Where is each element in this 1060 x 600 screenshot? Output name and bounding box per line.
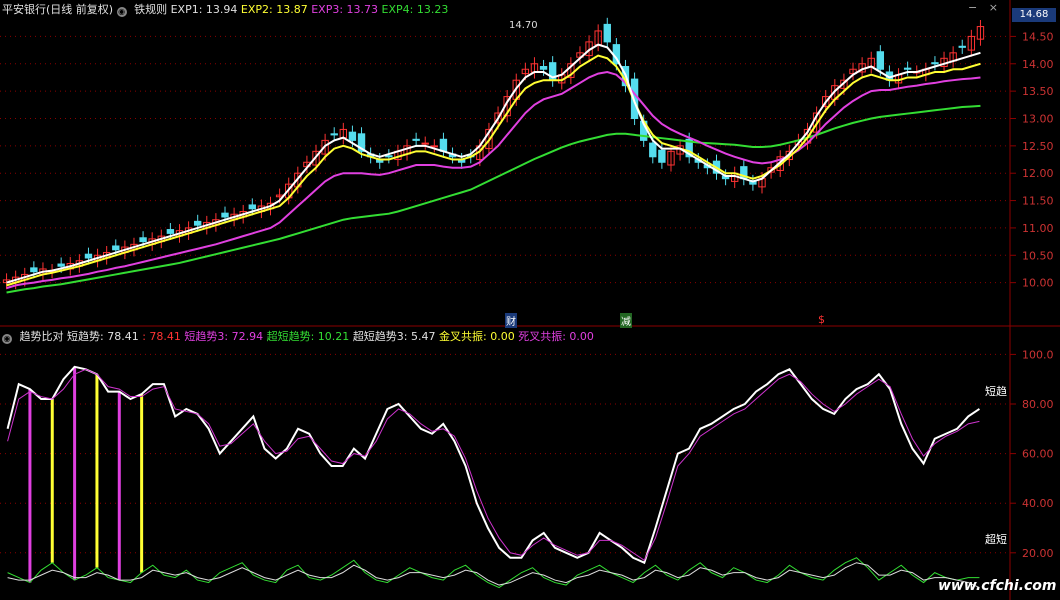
candle-body <box>539 66 548 70</box>
top-title-bar: 平安银行(日线 前复权) ◉ 铁规则 EXP1: 13.94 EXP2: 13.… <box>2 3 448 17</box>
price-tick-label: 14.00 <box>1022 58 1054 71</box>
candle-body <box>57 263 65 267</box>
indicator-name: 铁规则 <box>134 3 168 16</box>
dividend-marker[interactable]: $ <box>818 313 825 326</box>
trend-tick-label: 60.00 <box>1022 448 1054 461</box>
trend-tick-label: 40.00 <box>1022 497 1054 510</box>
reduction-marker[interactable]: 减 <box>620 313 632 328</box>
bottom-title-bar: ◉ 趋势比对 短趋势: 78.41 : 78.41 短趋势3: 72.94 超短… <box>2 330 594 344</box>
candle-body <box>931 62 939 65</box>
super-short-label: 超短趋势: 10.21 <box>266 330 350 343</box>
price-tick-label: 14.50 <box>1022 30 1054 43</box>
price-tick-label: 11.00 <box>1022 222 1054 235</box>
exp4-label: EXP4: 13.23 <box>381 3 449 16</box>
price-tick-label: 10.50 <box>1022 249 1054 262</box>
exp1-label: EXP1: 13.94 <box>170 3 238 16</box>
indicator2-name: 趋势比对 <box>19 330 64 343</box>
trend-series-line <box>6 365 980 565</box>
candle-body <box>958 45 966 48</box>
trend-tick-label: 80.00 <box>1022 398 1054 411</box>
candle-body <box>603 23 611 43</box>
price-tick-label: 13.00 <box>1022 112 1054 125</box>
super-short3-label: 超短趋势3: 5.47 <box>352 330 436 343</box>
candle-body <box>430 145 439 148</box>
exp3-label: EXP3: 13.73 <box>311 3 379 16</box>
current-price-badge: 14.68 <box>1012 8 1056 22</box>
price-tick-label: 12.50 <box>1022 140 1054 153</box>
candle-body <box>903 67 912 70</box>
financial-marker[interactable]: 财 <box>505 313 517 328</box>
candle-body <box>248 204 256 210</box>
candle-body <box>649 142 657 158</box>
candle-body <box>658 149 666 163</box>
settings-icon[interactable]: ◉ <box>116 7 127 17</box>
kline-chart: 14.50 14.00 13.50 13.00 12.50 12.00 11.50 11.00… <box>0 0 1060 600</box>
candle-body <box>84 253 93 259</box>
price-tick-label: 13.50 <box>1022 85 1054 98</box>
trend-series-line <box>7 368 980 561</box>
short-trend-side-label: 短趋 <box>985 385 1007 398</box>
trend-lines <box>6 365 980 589</box>
settings-icon-2[interactable]: ◉ <box>2 334 12 344</box>
candle-body <box>194 220 202 226</box>
candle-body <box>421 142 429 145</box>
short-trend-value: : 78.41 <box>142 330 181 343</box>
candle-body <box>412 138 420 141</box>
candle-body <box>221 212 229 218</box>
super-short-side-label: 超短 <box>985 533 1007 546</box>
candle-body <box>112 245 120 251</box>
price-tick-label: 11.50 <box>1022 195 1054 208</box>
candle-body <box>30 267 38 273</box>
price-axis: 14.50 14.00 13.50 13.00 12.50 12.00 11.50 11.00… <box>1010 30 1054 560</box>
candle-body <box>385 155 393 158</box>
high-price-label: 14.70 <box>509 20 538 31</box>
golden-cross-label: 金叉共振: 0.00 <box>439 330 515 343</box>
trend-series-line <box>7 562 980 588</box>
death-cross-label: 死叉共振: 0.00 <box>518 330 594 343</box>
candle-body <box>139 237 147 243</box>
price-tick-label: 12.00 <box>1022 167 1054 180</box>
trend-tick-label: 100.0 <box>1022 348 1054 361</box>
trend-tick-label: 20.00 <box>1022 547 1054 560</box>
price-tick-label: 10.00 <box>1022 277 1054 290</box>
candle-body <box>348 131 357 141</box>
candle-body <box>439 138 448 152</box>
candle-body <box>876 51 885 70</box>
candle-body <box>330 133 338 136</box>
candle-body <box>166 229 175 234</box>
chart-grid <box>0 0 1060 600</box>
window-controls: − × <box>968 1 998 14</box>
short-trend-label: 短趋势: 78.41 <box>67 330 139 343</box>
security-title: 平安银行(日线 前复权) <box>2 3 114 16</box>
short-trend3-label: 短趋势3: 72.94 <box>184 330 264 343</box>
minimize-icon[interactable]: − <box>968 1 977 14</box>
exp2-label: EXP2: 13.87 <box>240 3 308 16</box>
watermark: www.cfchi.com <box>938 578 1057 594</box>
candlesticks <box>2 17 985 290</box>
close-icon[interactable]: × <box>989 1 998 14</box>
